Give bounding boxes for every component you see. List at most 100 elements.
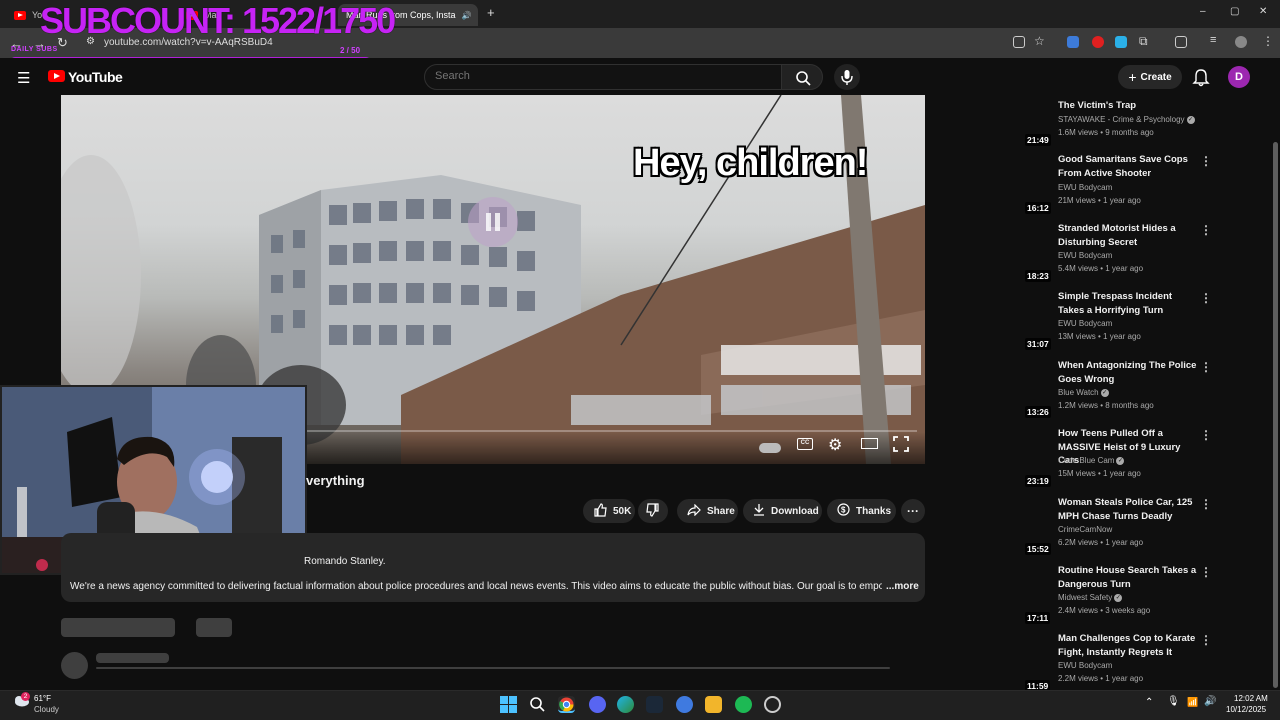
profile-icon[interactable] xyxy=(1235,36,1247,48)
recommendation-channel[interactable]: EWU Bodycam xyxy=(1058,661,1112,670)
maximize-button[interactable]: ▢ xyxy=(1230,6,1239,17)
recommendation-item[interactable]: 31:07 Simple Trespass Incident Takes a H… xyxy=(970,289,1220,357)
search-input[interactable] xyxy=(435,70,765,82)
fullscreen-icon[interactable] xyxy=(893,436,909,457)
more-options-icon[interactable]: ⋮ xyxy=(1200,565,1212,579)
extensions-puzzle-icon[interactable]: ⧉ xyxy=(1139,34,1148,49)
download-button[interactable]: Download xyxy=(743,499,822,523)
more-options-icon[interactable]: ⋮ xyxy=(1200,154,1212,168)
recommendation-title[interactable]: When Antagonizing The Police Goes Wrong xyxy=(1058,359,1198,386)
recommendation-item[interactable]: 18:23 Stranded Motorist Hides a Disturbi… xyxy=(970,221,1220,289)
dislike-button[interactable] xyxy=(638,499,668,523)
minimize-button[interactable]: – xyxy=(1200,6,1206,17)
more-options-icon[interactable]: ⋮ xyxy=(1200,428,1212,442)
tray-overflow-icon[interactable]: ⌃ xyxy=(1145,697,1153,708)
loading-placeholder xyxy=(96,667,890,669)
bookmark-star-icon[interactable]: ☆ xyxy=(1034,34,1045,48)
recommendation-title[interactable]: Woman Steals Police Car, 125 MPH Chase T… xyxy=(1058,496,1198,523)
app-icon[interactable] xyxy=(676,696,693,713)
windows-taskbar xyxy=(0,690,1280,720)
extension-icon[interactable] xyxy=(1115,36,1127,48)
create-button[interactable]: + Create xyxy=(1118,65,1182,89)
file-explorer-icon[interactable] xyxy=(705,696,722,713)
microphone-tray-icon[interactable]: 🎙 xyxy=(1167,696,1180,707)
clock-time[interactable]: 12:02 AM xyxy=(1234,694,1268,703)
discord-icon[interactable] xyxy=(589,696,606,713)
clock-date[interactable]: 10/12/2025 xyxy=(1226,705,1266,714)
more-options-icon[interactable]: ⋮ xyxy=(1200,497,1212,511)
description-more-link[interactable]: ...more xyxy=(886,581,919,592)
edge-icon[interactable] xyxy=(617,696,634,713)
more-actions-button[interactable]: ··· xyxy=(901,499,925,523)
recommendation-item[interactable]: 15:52 Woman Steals Police Car, 125 MPH C… xyxy=(970,495,1220,563)
verified-check-icon: ✓ xyxy=(1186,115,1195,124)
recommendation-title[interactable]: Routine House Search Takes a Dangerous T… xyxy=(1058,564,1198,591)
split-view-icon[interactable] xyxy=(1175,36,1187,48)
youtube-logo-icon[interactable] xyxy=(48,70,65,82)
search-box[interactable] xyxy=(424,64,782,90)
reading-list-icon[interactable]: ≡ xyxy=(1210,34,1216,46)
recommendation-channel[interactable]: EWU Bodycam xyxy=(1058,251,1112,260)
theater-mode-icon[interactable] xyxy=(861,438,878,449)
thanks-button[interactable]: $ Thanks xyxy=(827,499,896,523)
youtube-wordmark[interactable]: YouTube xyxy=(68,69,123,85)
settings-gear-icon[interactable]: ⚙ xyxy=(828,435,842,455)
more-options-icon[interactable]: ⋮ xyxy=(1200,633,1212,647)
recommendation-channel[interactable]: EWU Bodycam xyxy=(1058,183,1112,192)
recommendation-title[interactable]: The Victim's Trap xyxy=(1058,99,1198,113)
menu-icon[interactable]: ☰ xyxy=(17,69,30,87)
captions-cc-icon[interactable]: CC xyxy=(797,438,813,450)
recommendation-channel[interactable]: CrimeCamNow xyxy=(1058,525,1112,534)
chrome-icon[interactable] xyxy=(558,696,575,713)
more-options-icon[interactable]: ⋮ xyxy=(1200,291,1212,305)
page-scrollbar-thumb[interactable] xyxy=(1273,142,1278,688)
obs-icon[interactable] xyxy=(764,696,781,713)
recommendation-title[interactable]: Simple Trespass Incident Takes a Horrify… xyxy=(1058,290,1198,317)
recommendation-title[interactable]: Good Samaritans Save Cops From Active Sh… xyxy=(1058,153,1198,180)
browser-menu-icon[interactable]: ⋮ xyxy=(1262,34,1274,48)
recommendation-item[interactable]: 13:26 When Antagonizing The Police Goes … xyxy=(970,358,1220,426)
new-tab-button[interactable]: + xyxy=(487,5,495,20)
recommendation-item[interactable]: 16:12 Good Samaritans Save Cops From Act… xyxy=(970,152,1220,220)
recommendation-channel[interactable]: EWU Bodycam xyxy=(1058,319,1112,328)
recommendation-channel[interactable]: Code Blue Cam ✓ xyxy=(1058,456,1125,465)
more-options-icon[interactable]: ⋮ xyxy=(1200,360,1212,374)
goal-count: 2 / 50 xyxy=(340,46,361,55)
recommendation-channel[interactable]: Blue Watch ✓ xyxy=(1058,388,1109,397)
verified-check-icon: ✓ xyxy=(1100,388,1109,397)
wifi-icon[interactable]: 📶 xyxy=(1187,697,1198,708)
recommendation-meta: 2.4M views • 3 weeks ago xyxy=(1058,606,1151,615)
recommendation-title[interactable]: Stranded Motorist Hides a Disturbing Sec… xyxy=(1058,222,1198,249)
autoplay-toggle[interactable] xyxy=(759,443,781,453)
install-app-icon[interactable] xyxy=(1013,36,1025,48)
extension-icon[interactable] xyxy=(1092,36,1104,48)
extension-icon[interactable] xyxy=(1067,36,1079,48)
like-button[interactable]: 50K xyxy=(583,499,635,523)
account-avatar[interactable]: D xyxy=(1228,66,1250,88)
voice-search-button[interactable] xyxy=(834,64,860,90)
spotify-icon[interactable] xyxy=(735,696,752,713)
close-window-button[interactable]: ✕ xyxy=(1259,6,1267,17)
recommendation-title[interactable]: Man Challenges Cop to Karate Fight, Inst… xyxy=(1058,632,1198,659)
recommendation-item[interactable]: 11:59 Man Challenges Cop to Karate Fight… xyxy=(970,631,1220,690)
recommendation-channel[interactable]: Midwest Safety ✓ xyxy=(1058,593,1123,602)
steam-icon[interactable] xyxy=(646,696,663,713)
windows-start-icon[interactable] xyxy=(500,696,517,713)
plus-icon: + xyxy=(1128,69,1137,85)
subcount-overlay: SUBCOUNT: 1522/1750 xyxy=(40,0,396,41)
pause-overlay-icon xyxy=(468,197,518,247)
weather-cloud-icon[interactable]: 2 xyxy=(12,692,30,707)
more-options-icon[interactable]: ⋮ xyxy=(1200,223,1212,237)
volume-icon[interactable]: 🔊 xyxy=(1204,696,1216,707)
recommendation-item[interactable]: 23:19 How Teens Pulled Off a MASSIVE Hei… xyxy=(970,426,1220,494)
recommendation-channel[interactable]: STAYAWAKE - Crime & Psychology ✓ xyxy=(1058,115,1195,124)
search-button[interactable] xyxy=(781,64,823,90)
weather-description[interactable]: Cloudy xyxy=(34,705,59,714)
taskbar-search-icon[interactable] xyxy=(529,696,546,713)
share-button[interactable]: Share xyxy=(677,499,738,523)
weather-temperature[interactable]: 61°F xyxy=(34,694,51,703)
notifications-bell-icon[interactable] xyxy=(1192,67,1210,92)
description-line: Romando Stanley. xyxy=(304,556,386,567)
video-title: verything xyxy=(306,473,365,488)
recommendation-item[interactable]: 17:11 Routine House Search Takes a Dange… xyxy=(970,563,1220,631)
